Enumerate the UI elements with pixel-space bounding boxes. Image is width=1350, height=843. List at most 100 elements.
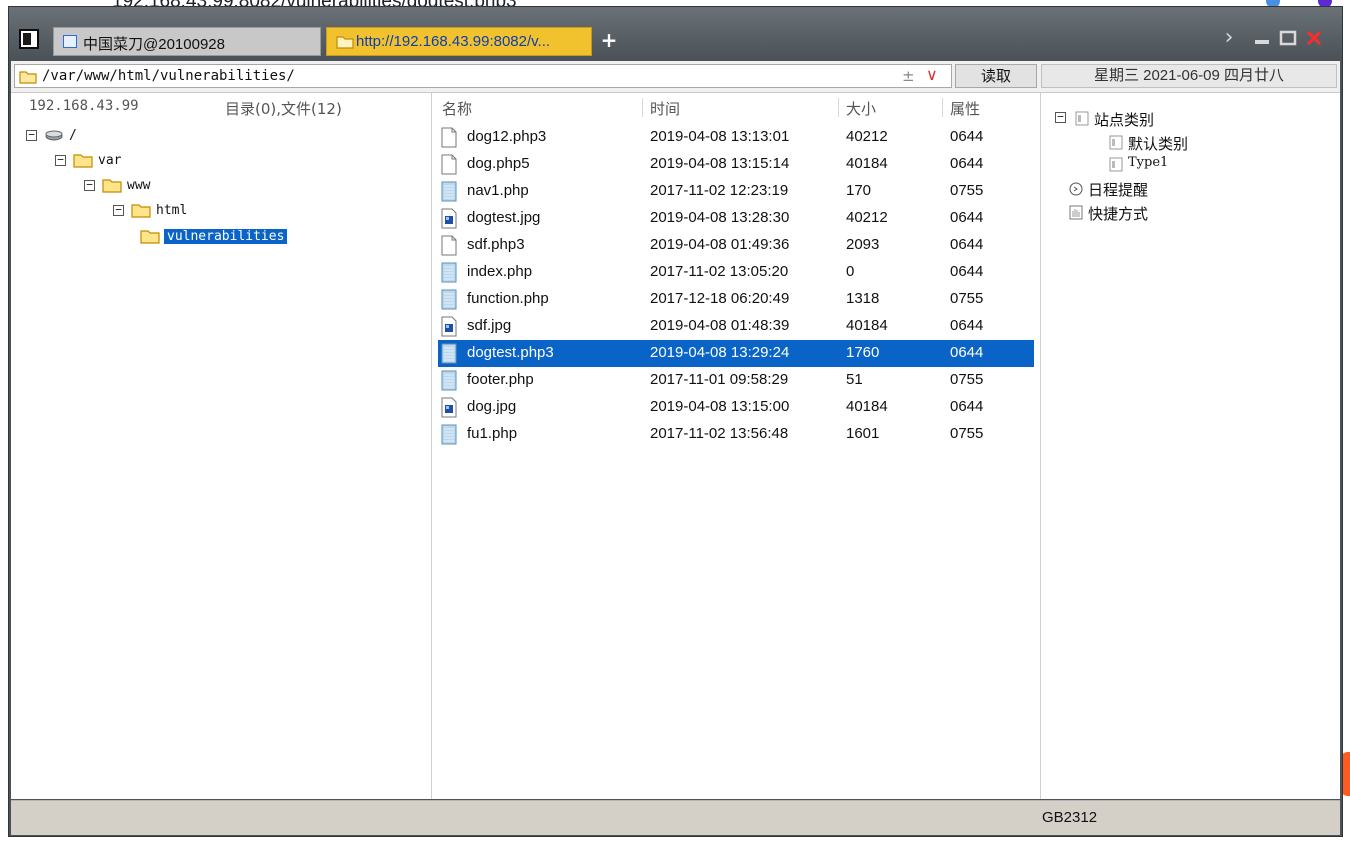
php-file-icon <box>440 343 458 364</box>
file-row[interactable]: sdf.jpg 2019-04-08 01:48:39 40184 0644 <box>438 313 1034 340</box>
shortcut-icon <box>1069 205 1083 220</box>
tree-node-label: vulnerabilities <box>164 229 288 244</box>
maximize-button[interactable] <box>1277 25 1299 51</box>
tab-label: http://192.168.43.99:8082/v... <box>356 33 551 50</box>
file-name: sdf.jpg <box>467 317 512 334</box>
file-row[interactable]: dog12.php3 2019-04-08 13:13:01 40212 0644 <box>438 124 1034 151</box>
file-name: dog12.php3 <box>467 128 547 145</box>
file-name: function.php <box>467 290 549 307</box>
tab-page-icon <box>63 35 77 48</box>
file-time: 2019-04-08 01:48:39 <box>650 317 790 334</box>
collapse-icon[interactable]: − <box>1055 111 1066 123</box>
file-size: 40184 <box>846 317 888 334</box>
next-icon[interactable]: › <box>1219 25 1239 51</box>
date-display: 星期三 2021-06-09 四月廿八 <box>1041 64 1337 88</box>
file-row[interactable]: function.php 2017-12-18 06:20:49 1318 0755 <box>438 286 1034 313</box>
file-attr: 0644 <box>950 317 984 334</box>
file-time: 2019-04-08 13:29:24 <box>650 344 790 361</box>
file-size: 40184 <box>846 398 888 415</box>
chevron-down-icon[interactable]: ∨ <box>926 65 938 84</box>
file-name: dog.php5 <box>467 155 530 172</box>
file-time: 2019-04-08 01:49:36 <box>650 236 790 253</box>
drive-icon <box>44 127 64 144</box>
tab-file-manager[interactable]: http://192.168.43.99:8082/v... <box>326 27 592 56</box>
column-header-size[interactable]: 大小 <box>846 98 876 119</box>
folder-icon <box>336 35 354 49</box>
file-list-header: 名称 时间 大小 属性 <box>432 93 1040 120</box>
address-bar: /var/www/html/vulnerabilities/ ± ∨ 读取 星期… <box>11 61 1340 93</box>
collapse-icon[interactable]: − <box>55 154 66 166</box>
file-row[interactable]: sdf.php3 2019-04-08 01:49:36 2093 0644 <box>438 232 1034 259</box>
file-attr: 0755 <box>950 182 984 199</box>
column-header-name[interactable]: 名称 <box>442 98 472 119</box>
file-attr: 0755 <box>950 290 984 307</box>
read-button[interactable]: 读取 <box>955 64 1037 88</box>
category-icon <box>1109 135 1123 150</box>
file-name: fu1.php <box>467 425 518 442</box>
collapse-icon[interactable]: − <box>26 129 37 141</box>
file-time: 2019-04-08 13:15:14 <box>650 155 790 172</box>
file-row[interactable]: index.php 2017-11-02 13:05:20 0 0644 <box>438 259 1034 286</box>
tab-label: 中国菜刀@20100928 <box>83 36 225 53</box>
open-folder-icon <box>140 228 160 245</box>
tab-chopper-home[interactable]: 中国菜刀@20100928 <box>53 27 321 56</box>
file-attr: 0644 <box>950 128 984 145</box>
file-name: sdf.php3 <box>467 236 525 253</box>
image-file-icon <box>440 397 458 418</box>
add-tab-button[interactable]: + <box>598 28 620 52</box>
blank-file-icon <box>440 235 458 256</box>
collapse-icon[interactable]: − <box>113 204 124 216</box>
category-icon <box>1075 111 1089 126</box>
file-name: nav1.php <box>467 182 529 199</box>
category-label: Type1 <box>1128 155 1169 170</box>
window-menu-icon[interactable] <box>19 29 39 49</box>
title-bar: 中国菜刀@20100928 http://192.168.43.99:8082/… <box>9 7 1342 60</box>
file-name: dogtest.php3 <box>467 344 554 361</box>
file-attr: 0644 <box>950 263 984 280</box>
directory-tree-pane: 192.168.43.99 目录(0),文件(12) − / − var − www − ht… <box>11 93 432 799</box>
file-time: 2019-04-08 13:15:00 <box>650 398 790 415</box>
file-row[interactable]: nav1.php 2017-11-02 12:23:19 170 0755 <box>438 178 1034 205</box>
tree-node-label: www <box>127 178 151 193</box>
file-row[interactable]: fu1.php 2017-11-02 13:56:48 1601 0755 <box>438 421 1034 448</box>
file-attr: 0755 <box>950 371 984 388</box>
encoding-label[interactable]: GB2312 <box>1042 809 1097 826</box>
close-button[interactable] <box>1303 25 1325 51</box>
collapse-icon[interactable]: − <box>84 179 95 191</box>
file-attr: 0644 <box>950 236 984 253</box>
file-name: dogtest.jpg <box>467 209 541 226</box>
minimize-button[interactable] <box>1252 25 1272 51</box>
column-divider[interactable] <box>838 98 839 117</box>
file-attr: 0644 <box>950 155 984 172</box>
file-size: 40212 <box>846 209 888 226</box>
php-file-icon <box>440 262 458 283</box>
column-divider[interactable] <box>642 98 643 117</box>
file-row[interactable]: dog.jpg 2019-04-08 13:15:00 40184 0644 <box>438 394 1034 421</box>
folder-icon <box>73 152 93 169</box>
folder-icon <box>102 177 122 194</box>
file-list-pane: 名称 时间 大小 属性 dog12.php3 2019-04-08 13:13:0… <box>432 93 1041 799</box>
column-header-attr[interactable]: 属性 <box>950 98 980 119</box>
file-size: 51 <box>846 371 863 388</box>
column-header-time[interactable]: 时间 <box>650 98 680 119</box>
file-row[interactable]: dogtest.php3 2019-04-08 13:29:24 1760 0644 <box>438 340 1034 367</box>
php-file-icon <box>440 289 458 310</box>
file-row[interactable]: footer.php 2017-11-01 09:58:29 51 0755 <box>438 367 1034 394</box>
category-label: 日程提醒 <box>1088 181 1149 199</box>
category-label: 默认类别 <box>1128 135 1189 153</box>
folder-icon <box>19 69 37 88</box>
column-divider[interactable] <box>942 98 943 117</box>
file-row[interactable]: dogtest.jpg 2019-04-08 13:28:30 40212 0644 <box>438 205 1034 232</box>
path-input[interactable]: /var/www/html/vulnerabilities/ ± ∨ <box>14 64 952 88</box>
plus-minus-icon[interactable]: ± <box>902 67 915 85</box>
file-row[interactable]: dog.php5 2019-04-08 13:15:14 40184 0644 <box>438 151 1034 178</box>
file-size: 1760 <box>846 344 880 361</box>
category-label: 快捷方式 <box>1088 205 1149 223</box>
file-attr: 0644 <box>950 398 984 415</box>
file-time: 2017-11-02 13:05:20 <box>650 263 789 280</box>
image-file-icon <box>440 208 458 229</box>
tree-node-label: / <box>69 128 77 143</box>
file-name: index.php <box>467 263 533 280</box>
php-file-icon <box>440 370 458 391</box>
file-size: 0 <box>846 263 855 280</box>
